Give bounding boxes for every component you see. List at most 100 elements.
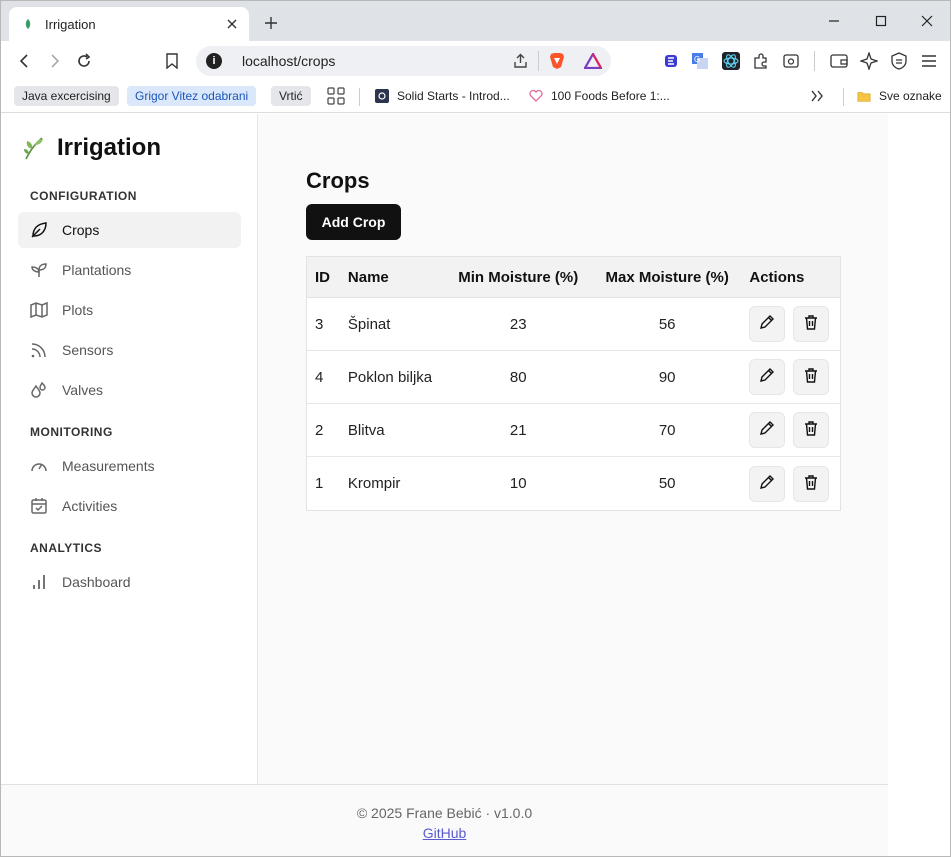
- maximize-button[interactable]: [867, 9, 895, 33]
- close-tab-icon[interactable]: [223, 15, 241, 33]
- bookmark-link[interactable]: 100 Foods Before 1:...: [521, 86, 678, 106]
- cell-actions: [745, 412, 840, 448]
- divider: [538, 51, 539, 71]
- map-icon: [30, 301, 48, 319]
- reader-mode-icon[interactable]: [781, 51, 801, 71]
- section-label-analytics: ANALYTICS: [30, 541, 103, 555]
- delete-button[interactable]: [793, 359, 830, 395]
- cell-id: 1: [315, 475, 324, 492]
- reload-icon[interactable]: [72, 49, 96, 73]
- cell-name: Špinat: [347, 315, 391, 333]
- all-bookmarks-label: Sve oznake: [879, 89, 942, 103]
- vpn-shield-icon[interactable]: [889, 51, 909, 71]
- cell-min-moisture: 80: [509, 368, 527, 386]
- droplets-icon: [30, 381, 48, 399]
- translate-icon[interactable]: G: [690, 51, 710, 71]
- brand[interactable]: Irrigation: [21, 134, 161, 162]
- cell-min-moisture: 21: [509, 421, 527, 439]
- solid-starts-icon: [375, 89, 389, 103]
- bookmark-link-label: Solid Starts - Introd...: [397, 89, 510, 103]
- address-bar[interactable]: i localhost/crops: [196, 46, 611, 76]
- sidebar-item-label: Dashboard: [62, 574, 131, 590]
- more-bookmarks-icon[interactable]: [809, 88, 825, 109]
- table-row: 1 Krompir 10 50: [307, 457, 840, 510]
- cell-max-moisture: 50: [658, 475, 676, 492]
- sidebar-item-label: Valves: [62, 382, 103, 398]
- bar-chart-icon: [30, 573, 48, 591]
- sidebar-item-valves[interactable]: Valves: [18, 372, 241, 408]
- new-tab-button[interactable]: [259, 11, 283, 35]
- table-header: ID Name Min Moisture (%) Max Moisture (%…: [307, 257, 840, 298]
- forward-icon[interactable]: [42, 49, 66, 73]
- back-icon[interactable]: [13, 49, 37, 73]
- crops-table: ID Name Min Moisture (%) Max Moisture (%…: [306, 256, 841, 511]
- all-bookmarks[interactable]: Sve oznake: [849, 86, 950, 106]
- leo-ai-icon[interactable]: [859, 51, 879, 71]
- sidebar-item-activities[interactable]: Activities: [18, 488, 241, 524]
- cell-actions: [745, 465, 840, 502]
- column-header-min-moisture: Min Moisture (%): [458, 268, 579, 286]
- svg-text:G: G: [694, 55, 700, 64]
- edit-button[interactable]: [749, 359, 786, 395]
- section-label-configuration: CONFIGURATION: [30, 189, 137, 203]
- signal-icon: [30, 341, 48, 359]
- column-header-name: Name: [347, 268, 389, 286]
- cell-actions: [745, 359, 840, 395]
- bookmark-folder[interactable]: Vrtić: [271, 86, 311, 106]
- extension-icon-1[interactable]: [661, 51, 681, 71]
- tab-irrigation[interactable]: Irrigation: [9, 7, 249, 41]
- wallet-icon[interactable]: [829, 51, 849, 71]
- apps-grid-icon[interactable]: [327, 87, 345, 110]
- divider: [843, 88, 844, 106]
- leaf-icon: [30, 221, 48, 239]
- brave-shield-icon[interactable]: [549, 52, 565, 75]
- minimize-button[interactable]: [820, 9, 848, 33]
- delete-button[interactable]: [793, 306, 830, 342]
- bookmark-link[interactable]: Solid Starts - Introd...: [367, 86, 518, 106]
- share-icon[interactable]: [513, 53, 529, 74]
- sprout-icon: [30, 261, 48, 279]
- sidebar-item-plantations[interactable]: Plantations: [18, 252, 241, 288]
- bookmark-folder[interactable]: Java excercising: [14, 86, 119, 106]
- pencil-icon: [759, 420, 775, 440]
- page-title: Crops: [306, 168, 370, 193]
- table-row: 4 Poklon biljka 80 90: [307, 351, 840, 404]
- extensions-puzzle-icon[interactable]: [751, 51, 771, 71]
- divider: [359, 88, 360, 106]
- edit-button[interactable]: [749, 465, 786, 502]
- site-info-icon[interactable]: i: [206, 53, 222, 69]
- github-link[interactable]: GitHub: [1, 825, 888, 841]
- sidebar-item-label: Measurements: [62, 458, 155, 474]
- cell-max-moisture: 70: [658, 421, 676, 439]
- bookmark-folder[interactable]: Grigor Vitez odabrani: [127, 86, 257, 106]
- sidebar-item-crops[interactable]: Crops: [18, 212, 241, 248]
- delete-button[interactable]: [793, 465, 830, 502]
- cell-min-moisture: 10: [509, 475, 527, 492]
- close-window-button[interactable]: [913, 9, 941, 33]
- pencil-icon: [759, 367, 775, 387]
- gauge-icon: [30, 457, 48, 475]
- bookmark-link-label: 100 Foods Before 1:...: [551, 89, 670, 103]
- brave-rewards-icon[interactable]: [583, 51, 603, 74]
- edit-button[interactable]: [749, 412, 786, 448]
- react-devtools-icon[interactable]: [721, 51, 741, 71]
- edit-button[interactable]: [749, 306, 786, 342]
- url-text[interactable]: localhost/crops: [242, 53, 335, 69]
- bookmark-icon[interactable]: [160, 49, 184, 73]
- trash-icon: [803, 367, 819, 387]
- delete-button[interactable]: [793, 412, 830, 448]
- cell-name: Blitva: [347, 421, 385, 439]
- column-header-max-moisture: Max Moisture (%): [605, 268, 729, 286]
- sidebar-item-label: Plantations: [62, 262, 132, 278]
- page-margin: [888, 114, 950, 856]
- sidebar-item-label: Activities: [62, 498, 118, 514]
- trash-icon: [803, 314, 819, 334]
- sidebar-item-dashboard[interactable]: Dashboard: [18, 564, 241, 600]
- table-row: 3 Špinat 23 56: [307, 298, 840, 351]
- sidebar-item-sensors[interactable]: Sensors: [18, 332, 241, 368]
- add-crop-button[interactable]: Add Crop: [306, 204, 401, 240]
- trash-icon: [803, 420, 819, 440]
- menu-icon[interactable]: [919, 51, 939, 71]
- sidebar-item-plots[interactable]: Plots: [18, 292, 241, 328]
- sidebar-item-measurements[interactable]: Measurements: [18, 448, 241, 484]
